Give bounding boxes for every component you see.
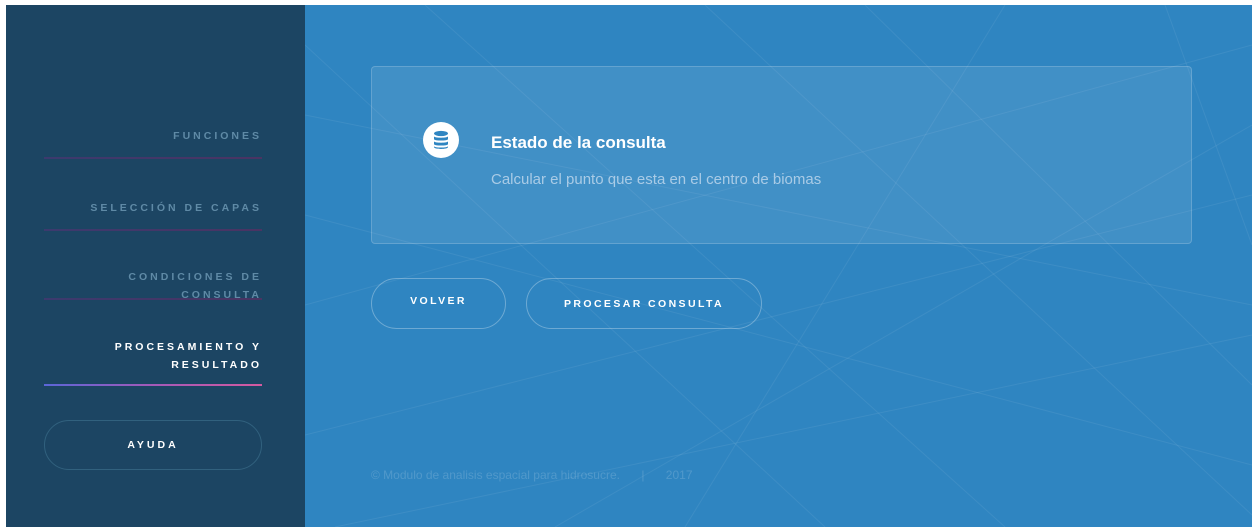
nav-item-funciones[interactable]: FUNCIONES bbox=[44, 127, 262, 159]
nav-underline bbox=[44, 157, 262, 159]
nav-underline-active bbox=[44, 384, 262, 386]
nav-item-label-line2: RESULTADO bbox=[171, 359, 262, 371]
nav-item-procesamiento-y-resultado[interactable]: PROCESAMIENTO Y RESULTADO bbox=[44, 338, 262, 386]
footer: © Modulo de analisis espacial para hidro… bbox=[371, 468, 693, 482]
main-panel: Estado de la consulta Calcular el punto … bbox=[305, 5, 1252, 527]
nav-item-label-line1: PROCESAMIENTO Y bbox=[114, 341, 262, 353]
status-card: Estado de la consulta Calcular el punto … bbox=[371, 66, 1192, 244]
back-button[interactable]: VOLVER bbox=[371, 278, 506, 329]
footer-year: 2017 bbox=[665, 468, 693, 482]
status-card-title: Estado de la consulta bbox=[491, 133, 666, 152]
nav-item-label: SELECCIÓN DE CAPAS bbox=[90, 202, 262, 214]
nav-item-label: FUNCIONES bbox=[173, 130, 262, 142]
footer-separator: | bbox=[641, 468, 645, 482]
sidebar: FUNCIONES SELECCIÓN DE CAPAS CONDICIONES… bbox=[6, 5, 305, 527]
nav-underline bbox=[44, 229, 262, 231]
nav-item-condiciones-de-consulta[interactable]: CONDICIONES DE CONSULTA bbox=[44, 268, 262, 301]
footer-copyright: © Modulo de analisis espacial para hidro… bbox=[371, 468, 620, 482]
database-icon bbox=[423, 122, 459, 158]
nav-underline bbox=[44, 298, 262, 300]
nav-item-seleccion-de-capas[interactable]: SELECCIÓN DE CAPAS bbox=[44, 199, 262, 231]
app-frame: FUNCIONES SELECCIÓN DE CAPAS CONDICIONES… bbox=[6, 5, 1252, 527]
process-query-button[interactable]: PROCESAR CONSULTA bbox=[526, 278, 762, 329]
status-card-message: Calcular el punto que esta en el centro … bbox=[491, 171, 822, 188]
help-button[interactable]: AYUDA bbox=[44, 420, 262, 470]
